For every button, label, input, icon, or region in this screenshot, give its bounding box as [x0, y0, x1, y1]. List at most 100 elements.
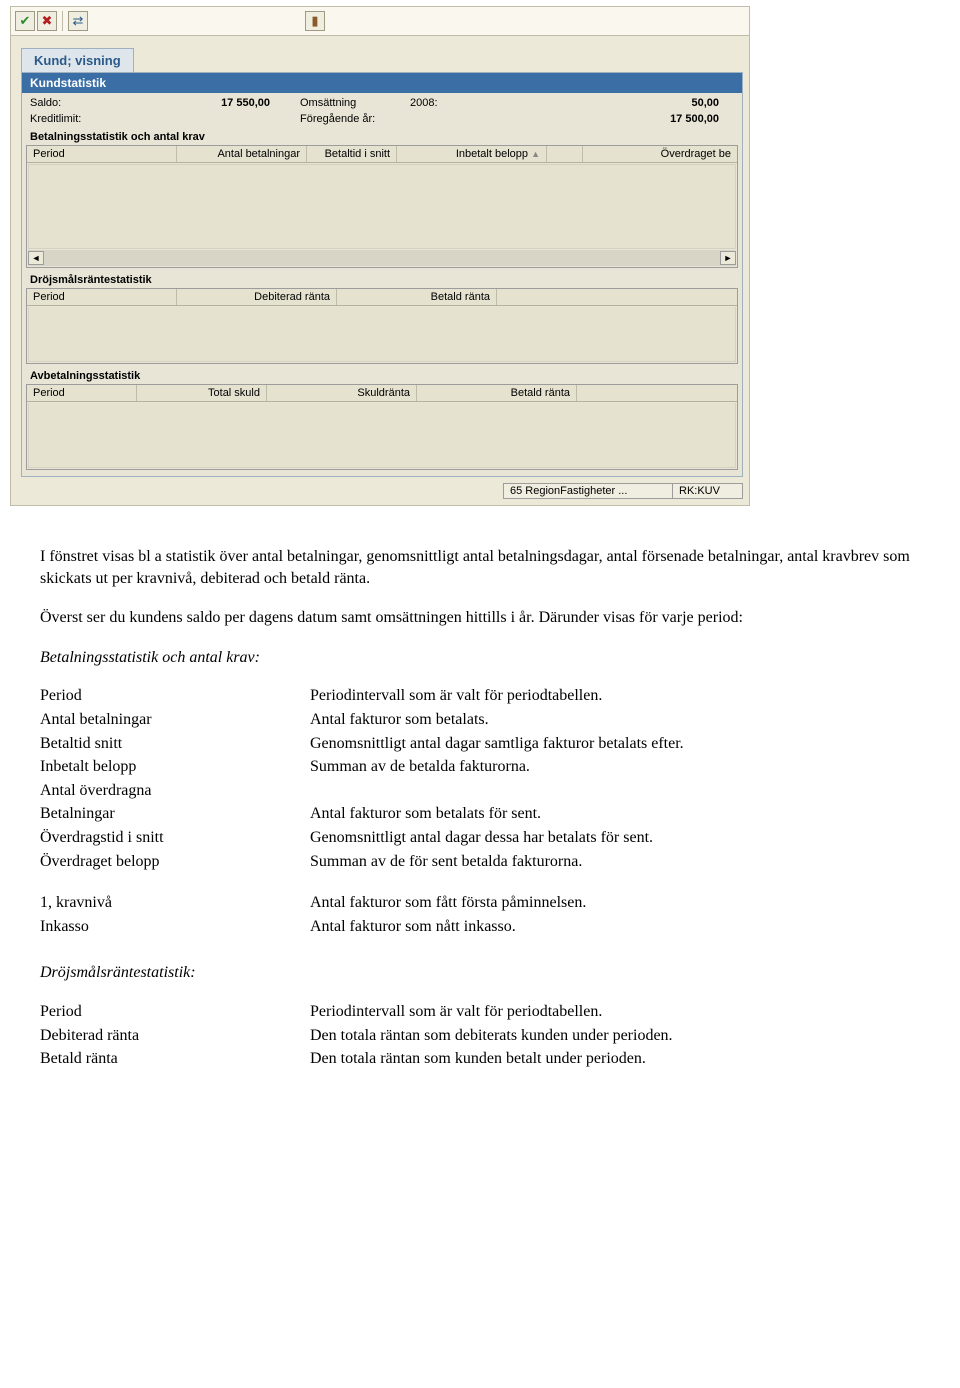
definition-desc: Periodintervall som är valt för periodta… [310, 1000, 673, 1024]
col-blank[interactable] [547, 146, 583, 162]
definition-term: Antal överdragna [40, 779, 310, 803]
kreditlimit-value [120, 113, 300, 125]
year-value: 50,00 [490, 97, 734, 109]
definition-row: PeriodPeriodintervall som är valt för pe… [40, 684, 684, 708]
cancel-button[interactable]: ✖ [37, 11, 57, 31]
ok-button[interactable]: ✔ [15, 11, 35, 31]
toolbar: ✔ ✖ ⇄ ▮ [11, 7, 749, 36]
saldo-label: Saldo: [30, 97, 120, 109]
grid-betalning-hscroll[interactable]: ◄ ► [28, 250, 736, 266]
definition-desc: Den totala räntan som kunden betalt unde… [310, 1047, 673, 1071]
definitions-1: PeriodPeriodintervall som är valt för pe… [40, 684, 684, 873]
definition-row: Inbetalt beloppSumman av de betalda fakt… [40, 755, 684, 779]
app-window: ✔ ✖ ⇄ ▮ Kund; visning Kundstatistik Sald… [10, 6, 750, 506]
grid-betalning-body [28, 164, 736, 249]
exit-button[interactable]: ▮ [305, 11, 325, 31]
saldo-value: 17 550,00 [120, 97, 300, 109]
section-drojsmal-title: Dröjsmålsräntestatistik [22, 272, 742, 288]
definition-desc: Antal fakturor som betalats för sent. [310, 802, 684, 826]
col2-debiterad[interactable]: Debiterad ränta [177, 289, 337, 305]
definition-desc: Antal fakturor som betalats. [310, 708, 684, 732]
swap-button[interactable]: ⇄ [68, 11, 88, 31]
section-betalning-title: Betalningsstatistik och antal krav [22, 129, 742, 145]
definition-desc: Periodintervall som är valt för periodta… [310, 684, 684, 708]
status-bar: 65 RegionFastigheter ... RK:KUV [21, 483, 743, 499]
grid-betalning-header: Period Antal betalningar Betaltid i snit… [27, 146, 737, 163]
definition-term: Inkasso [40, 915, 310, 939]
definition-desc: Summan av de för sent betalda fakturorna… [310, 850, 684, 874]
col-inbetalt[interactable]: Inbetalt belopp ▲ [397, 146, 547, 162]
definition-row: Betaltid snittGenomsnittligt antal dagar… [40, 732, 684, 756]
grid-drojsmal-body [28, 307, 736, 362]
definition-desc: Summan av de betalda fakturorna. [310, 755, 684, 779]
definition-desc: Antal fakturor som fått första påminnels… [310, 891, 586, 915]
definition-desc [310, 779, 684, 803]
definition-term: Betaltid snitt [40, 732, 310, 756]
definition-row: Överdragstid i snittGenomsnittligt antal… [40, 826, 684, 850]
definition-term: Period [40, 684, 310, 708]
col-overdraget[interactable]: Överdraget be [583, 146, 737, 162]
col3-betald-ranta[interactable]: Betald ränta [417, 385, 577, 401]
main-panel: Kundstatistik Saldo: 17 550,00 Omsättnin… [21, 72, 743, 477]
doc-heading-1: Betalningsstatistik och antal krav: [40, 647, 920, 669]
document-body: I fönstret visas bl a statistik över ant… [40, 546, 920, 1071]
stats-row-1: Saldo: 17 550,00 Omsättning 2008: 50,00 [22, 93, 742, 109]
col3-skuldranta[interactable]: Skuldränta [267, 385, 417, 401]
toolbar-separator [62, 11, 63, 31]
definition-desc: Genomsnittligt antal dagar samtliga fakt… [310, 732, 684, 756]
definition-row: 1, kravnivåAntal fakturor som fått först… [40, 891, 586, 915]
doc-paragraph-2: Överst ser du kundens saldo per dagens d… [40, 607, 920, 629]
definition-desc: Genomsnittligt antal dagar dessa har bet… [310, 826, 684, 850]
doc-heading-2: Dröjsmålsräntestatistik: [40, 962, 920, 984]
definition-term: Debiterad ränta [40, 1024, 310, 1048]
foregaende-label: Föregående år: [300, 113, 410, 125]
definition-desc: Antal fakturor som nått inkasso. [310, 915, 586, 939]
col3-period[interactable]: Period [27, 385, 137, 401]
foregaende-value: 17 500,00 [490, 113, 734, 125]
col2-betald[interactable]: Betald ränta [337, 289, 497, 305]
definition-row: Betald räntaDen totala räntan som kunden… [40, 1047, 673, 1071]
definition-row: Antal överdragna [40, 779, 684, 803]
definition-term: 1, kravnivå [40, 891, 310, 915]
scroll-right-icon[interactable]: ► [720, 251, 736, 265]
definition-term: Antal betalningar [40, 708, 310, 732]
col2-period[interactable]: Period [27, 289, 177, 305]
kreditlimit-label: Kreditlimit: [30, 113, 120, 125]
definition-row: BetalningarAntal fakturor som betalats f… [40, 802, 684, 826]
definition-row: Antal betalningarAntal fakturor som beta… [40, 708, 684, 732]
omsattning-label: Omsättning [300, 97, 410, 109]
section-avbetalning-title: Avbetalningsstatistik [22, 368, 742, 384]
panel-title: Kundstatistik [22, 73, 742, 93]
definition-term: Överdraget belopp [40, 850, 310, 874]
grid-drojsmal-header: Period Debiterad ränta Betald ränta [27, 289, 737, 306]
grid-drojsmal: Period Debiterad ränta Betald ränta [26, 288, 738, 364]
definition-row: InkassoAntal fakturor som nått inkasso. [40, 915, 586, 939]
status-company: 65 RegionFastigheter ... [503, 483, 673, 499]
col-antal-betalningar[interactable]: Antal betalningar [177, 146, 307, 162]
tab-kund-visning[interactable]: Kund; visning [21, 48, 134, 72]
definition-term: Betald ränta [40, 1047, 310, 1071]
doc-paragraph-1: I fönstret visas bl a statistik över ant… [40, 546, 920, 589]
col-betaltid[interactable]: Betaltid i snitt [307, 146, 397, 162]
definition-term: Överdragstid i snitt [40, 826, 310, 850]
toolbar-spacer [11, 36, 749, 44]
scroll-left-icon[interactable]: ◄ [28, 251, 44, 265]
definition-row: Överdraget beloppSumman av de för sent b… [40, 850, 684, 874]
col-period[interactable]: Period [27, 146, 177, 162]
col3-total-skuld[interactable]: Total skuld [137, 385, 267, 401]
definition-term: Period [40, 1000, 310, 1024]
definition-term: Inbetalt belopp [40, 755, 310, 779]
definition-row: PeriodPeriodintervall som är valt för pe… [40, 1000, 673, 1024]
year-label: 2008: [410, 97, 490, 109]
definition-desc: Den totala räntan som debiterats kunden … [310, 1024, 673, 1048]
sort-asc-icon: ▲ [531, 149, 540, 159]
definitions-3: PeriodPeriodintervall som är valt för pe… [40, 1000, 673, 1071]
status-code: RK:KUV [673, 483, 743, 499]
stats-row-2: Kreditlimit: Föregående år: 17 500,00 [22, 109, 742, 129]
grid-avbetalning: Period Total skuld Skuldränta Betald rän… [26, 384, 738, 470]
grid-avbetalning-header: Period Total skuld Skuldränta Betald rän… [27, 385, 737, 402]
grid-betalning: Period Antal betalningar Betaltid i snit… [26, 145, 738, 268]
grid-avbetalning-body [28, 403, 736, 468]
definitions-2: 1, kravnivåAntal fakturor som fått först… [40, 891, 586, 938]
definition-term: Betalningar [40, 802, 310, 826]
